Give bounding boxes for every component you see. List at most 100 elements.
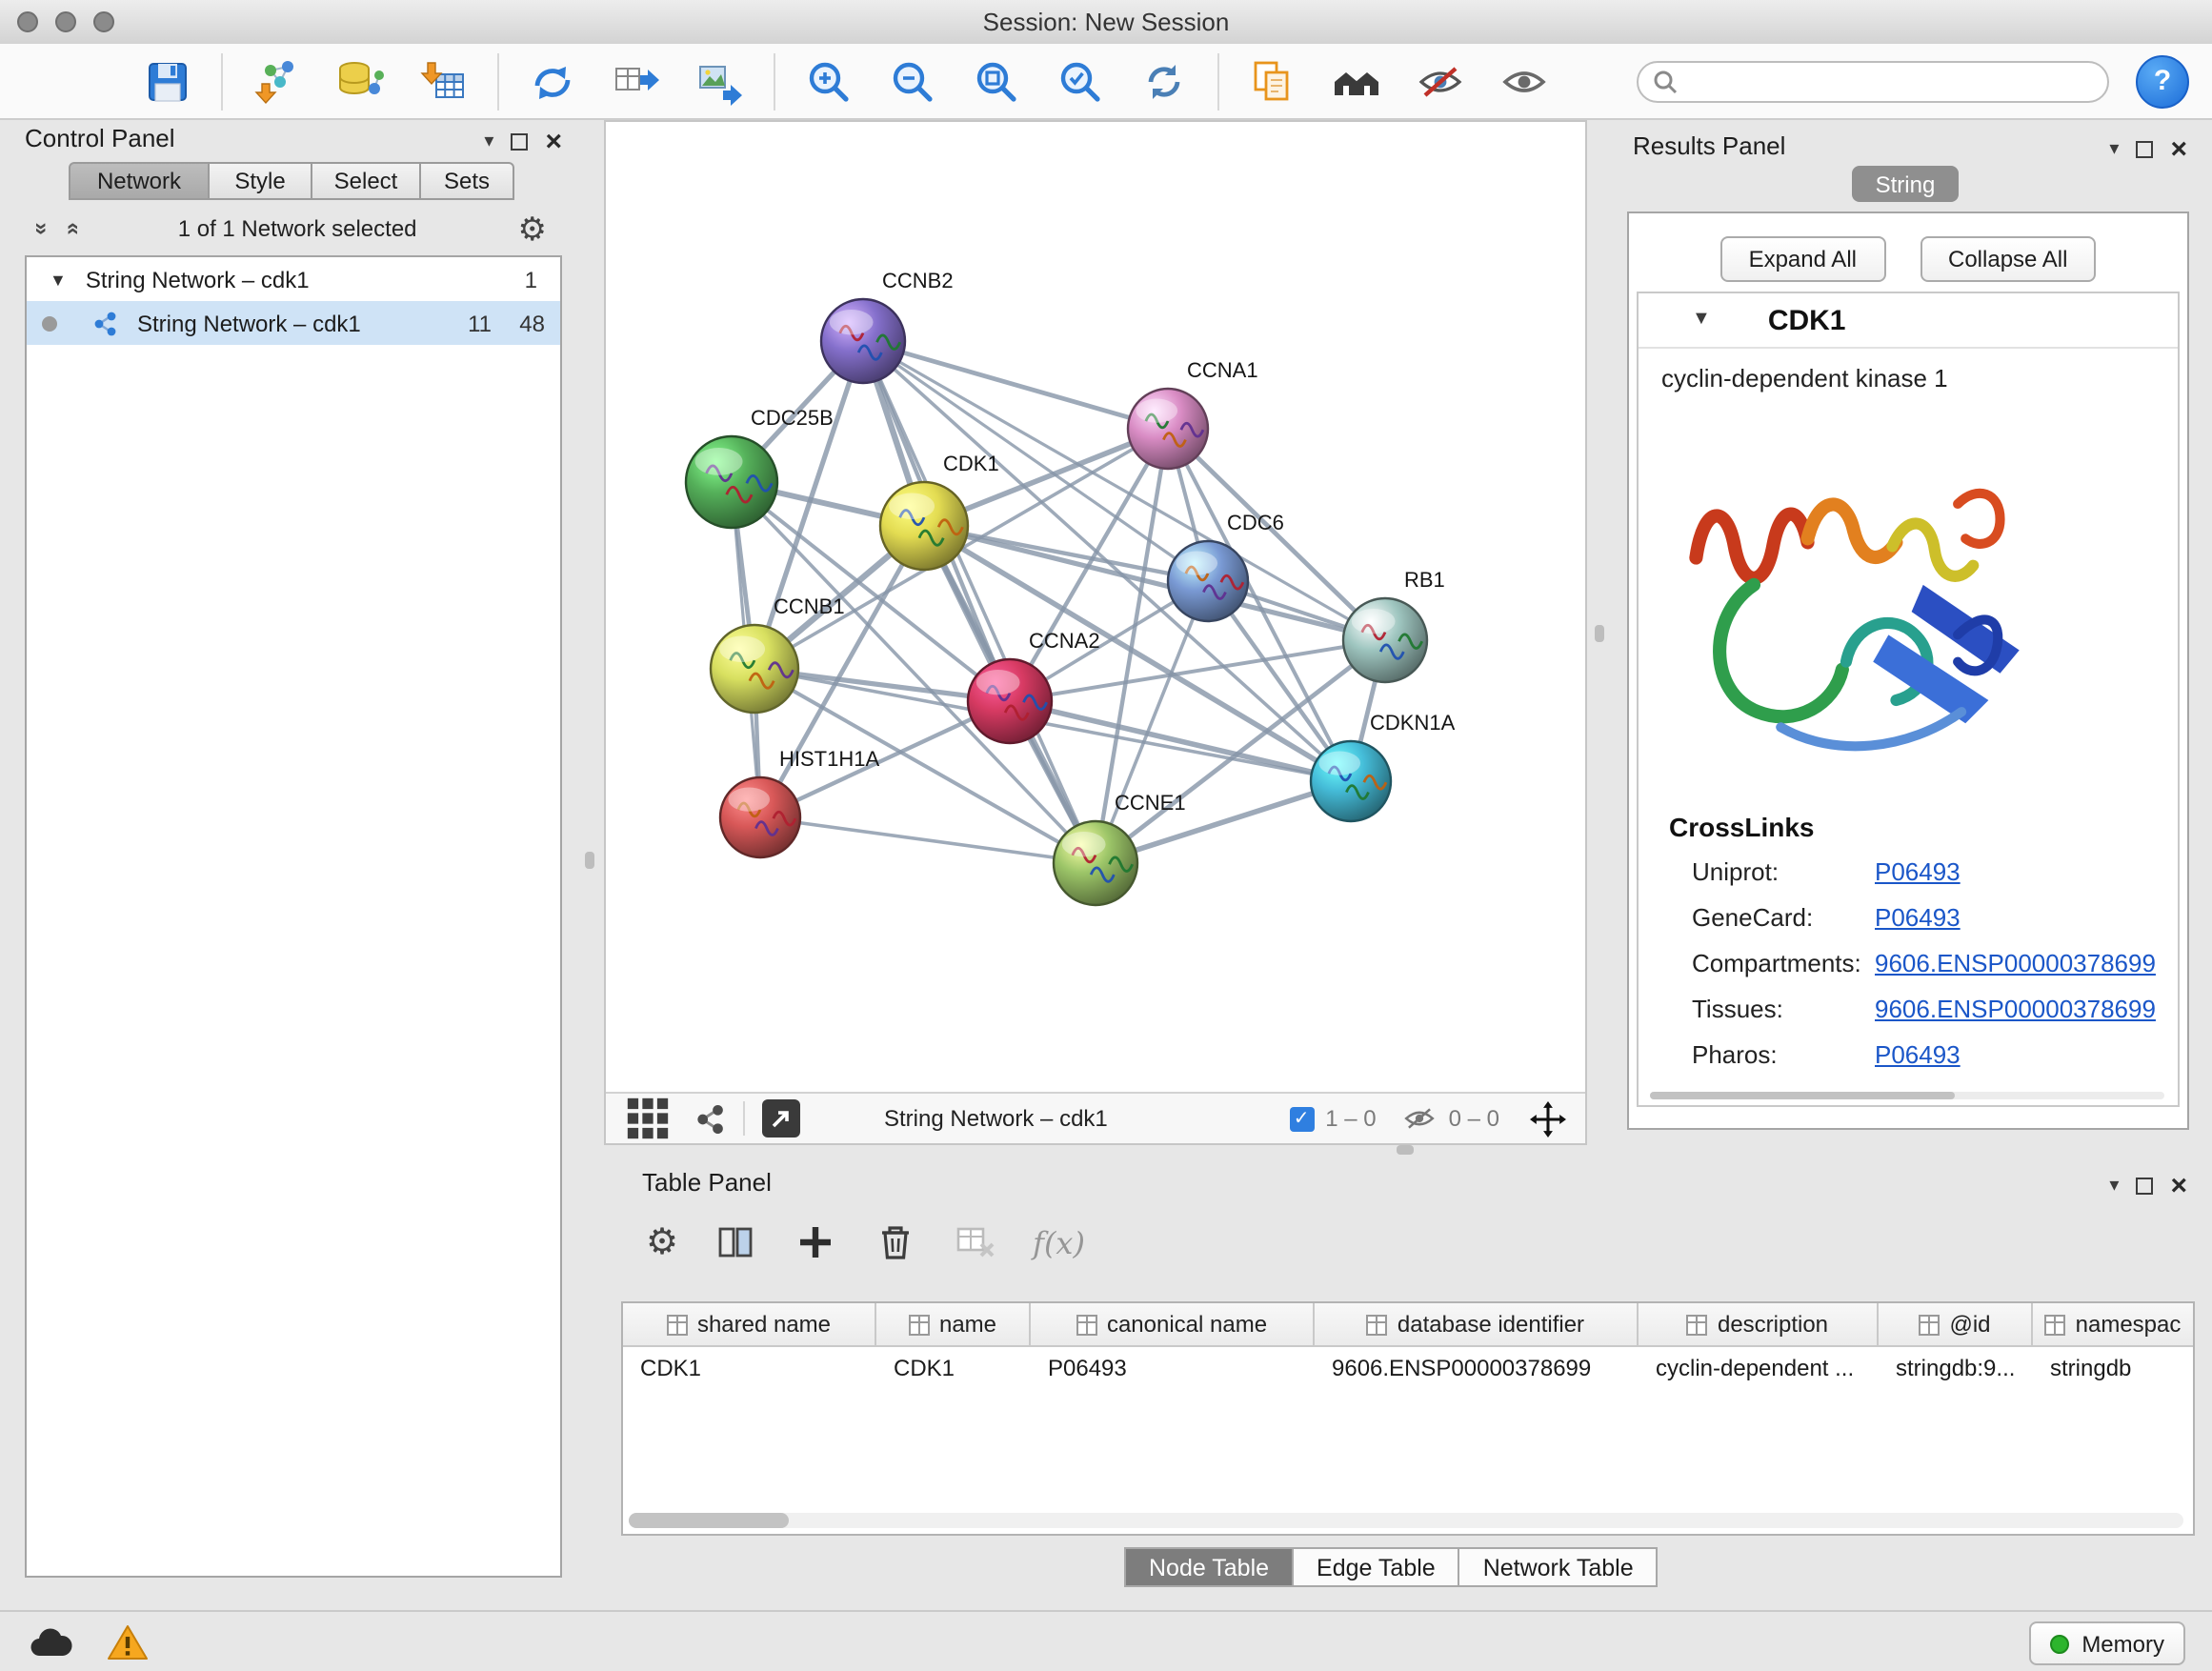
- zoom-fit-button[interactable]: [968, 52, 1025, 110]
- zoom-out-button[interactable]: [884, 52, 941, 110]
- tab-sets[interactable]: Sets: [421, 162, 514, 200]
- column-header[interactable]: canonical name: [1031, 1303, 1315, 1345]
- refresh-button[interactable]: [1136, 52, 1193, 110]
- node-label-CDC25B: CDC25B: [751, 406, 834, 430]
- import-network-database-button[interactable]: [332, 52, 389, 110]
- column-header[interactable]: database identifier: [1315, 1303, 1639, 1345]
- table-horizontal-scrollbar[interactable]: [629, 1513, 2183, 1528]
- cell-at-id[interactable]: stringdb:9...: [1879, 1347, 2033, 1387]
- pharos-link[interactable]: P06493: [1875, 1040, 2156, 1069]
- crosslink-label: Compartments:: [1692, 949, 1875, 977]
- right-splitter-handle[interactable]: [1595, 625, 1604, 642]
- tissues-link[interactable]: 9606.ENSP00000378699: [1875, 995, 2156, 1023]
- cell-namespace[interactable]: stringdb: [2033, 1347, 2193, 1387]
- control-panel-menu-icon[interactable]: ▾: [484, 132, 493, 151]
- tab-network-table[interactable]: Network Table: [1460, 1547, 1659, 1587]
- network-selection-summary: 1 of 1 Network selected: [77, 215, 518, 242]
- open-folder-button[interactable]: [55, 52, 112, 110]
- network-canvas[interactable]: CCNB2CCNA1CDC25BCDK1CDC6RB1CCNB1CCNA2CDK…: [606, 122, 1585, 1092]
- column-header[interactable]: namespac: [2033, 1303, 2193, 1345]
- hide-selected-button[interactable]: [1412, 52, 1469, 110]
- table-row[interactable]: CDK1 CDK1 P06493 9606.ENSP00000378699 cy…: [623, 1347, 2193, 1387]
- gene-disclosure-icon[interactable]: ▼: [1692, 311, 1711, 330]
- crosslink-label: GeneCard:: [1692, 903, 1875, 932]
- show-columns-icon[interactable]: [713, 1219, 758, 1265]
- results-panel-menu-icon[interactable]: ▾: [2109, 140, 2119, 159]
- selected-checkbox-icon[interactable]: ✓: [1289, 1106, 1314, 1131]
- function-builder-icon[interactable]: f(x): [1033, 1224, 1085, 1260]
- column-header[interactable]: description: [1639, 1303, 1879, 1345]
- table-settings-gear-icon[interactable]: ⚙: [646, 1224, 678, 1260]
- node-label-CCNA2: CCNA2: [1029, 629, 1100, 653]
- network-options-gear-icon[interactable]: ⚙: [518, 212, 548, 245]
- clone-network-button[interactable]: [524, 52, 581, 110]
- export-image-button[interactable]: [692, 52, 749, 110]
- tab-node-table[interactable]: Node Table: [1124, 1547, 1294, 1587]
- left-splitter-handle[interactable]: [585, 852, 594, 869]
- column-header[interactable]: @id: [1879, 1303, 2033, 1345]
- cell-database-identifier[interactable]: 9606.ENSP00000378699: [1315, 1347, 1639, 1387]
- application-window: Session: New Session: [0, 0, 2212, 1671]
- network-row-selected[interactable]: String Network – cdk1 11 48: [27, 301, 560, 345]
- hidden-eye-slash-icon: [1403, 1105, 1438, 1132]
- cell-shared-name[interactable]: CDK1: [623, 1347, 876, 1387]
- table-panel-close-icon[interactable]: ×: [2170, 1172, 2187, 1200]
- collapse-all-networks-icon[interactable]: »: [59, 222, 82, 234]
- uniprot-link[interactable]: P06493: [1875, 857, 2156, 886]
- collection-disclosure-icon[interactable]: ▼: [50, 270, 67, 289]
- help-button[interactable]: ?: [2136, 54, 2189, 108]
- memory-button[interactable]: Memory: [2028, 1621, 2185, 1665]
- results-panel-float-icon[interactable]: [2136, 141, 2153, 158]
- results-tab-string[interactable]: String: [1852, 166, 1959, 202]
- results-panel-title: Results Panel: [1633, 131, 1785, 160]
- tab-select[interactable]: Select: [312, 162, 421, 200]
- tab-network[interactable]: Network: [69, 162, 210, 200]
- import-table-button[interactable]: [415, 52, 473, 110]
- control-panel-float-icon[interactable]: [511, 133, 528, 151]
- column-header[interactable]: name: [876, 1303, 1031, 1345]
- tab-edge-table[interactable]: Edge Table: [1294, 1547, 1460, 1587]
- bottom-splitter-handle[interactable]: [1397, 1145, 1414, 1155]
- grid-view-icon[interactable]: [625, 1096, 671, 1141]
- main-toolbar: ?: [0, 44, 2212, 120]
- show-all-button[interactable]: [1496, 52, 1553, 110]
- cell-description[interactable]: cyclin-dependent ...: [1639, 1347, 1879, 1387]
- save-session-button[interactable]: [139, 52, 196, 110]
- search-icon: [1652, 68, 1679, 94]
- add-column-icon[interactable]: [793, 1219, 838, 1265]
- cell-name[interactable]: CDK1: [876, 1347, 1031, 1387]
- import-network-button[interactable]: [248, 52, 305, 110]
- cloud-icon[interactable]: [27, 1623, 76, 1661]
- expand-all-button[interactable]: Expand All: [1720, 236, 1885, 282]
- control-panel-tabs: Network Style Select Sets: [69, 162, 514, 200]
- expand-all-networks-icon[interactable]: »: [31, 222, 54, 234]
- crosslink-label: Uniprot:: [1692, 857, 1875, 886]
- collapse-all-button[interactable]: Collapse All: [1920, 236, 2096, 282]
- table-panel-menu-icon[interactable]: ▾: [2109, 1177, 2119, 1196]
- duplicate-style-button[interactable]: [1244, 52, 1301, 110]
- table-toolbar: ⚙ f(x): [646, 1210, 1085, 1275]
- pan-crosshair-icon[interactable]: [1530, 1100, 1566, 1137]
- gene-section: ▼ CDK1 cyclin-dependent kinase 1 Cros: [1637, 292, 2180, 1107]
- zoom-in-button[interactable]: [800, 52, 857, 110]
- search-input[interactable]: [1637, 60, 2109, 102]
- cell-canonical-name[interactable]: P06493: [1031, 1347, 1315, 1387]
- network-collection-row[interactable]: ▼ String Network – cdk1 1: [27, 257, 560, 301]
- export-network-button[interactable]: [608, 52, 665, 110]
- detach-view-icon[interactable]: [762, 1099, 800, 1137]
- zoom-selected-button[interactable]: [1052, 52, 1109, 110]
- compartments-link[interactable]: 9606.ENSP00000378699: [1875, 949, 2156, 977]
- string-network-graph[interactable]: CCNB2CCNA1CDC25BCDK1CDC6RB1CCNB1CCNA2CDK…: [606, 122, 1585, 1092]
- tab-style[interactable]: Style: [210, 162, 312, 200]
- home-button[interactable]: [1328, 52, 1385, 110]
- table-panel-float-icon[interactable]: [2136, 1178, 2153, 1195]
- delete-column-trash-icon[interactable]: [873, 1219, 918, 1265]
- results-panel-close-icon[interactable]: ×: [2170, 135, 2187, 164]
- warning-icon[interactable]: [107, 1623, 149, 1661]
- column-header[interactable]: shared name: [623, 1303, 876, 1345]
- results-scrollbar[interactable]: [1650, 1092, 2164, 1099]
- control-panel-close-icon[interactable]: ×: [545, 128, 562, 156]
- genecard-link[interactable]: P06493: [1875, 903, 2156, 932]
- memory-label: Memory: [2081, 1630, 2164, 1657]
- birdseye-share-icon[interactable]: [694, 1102, 726, 1135]
